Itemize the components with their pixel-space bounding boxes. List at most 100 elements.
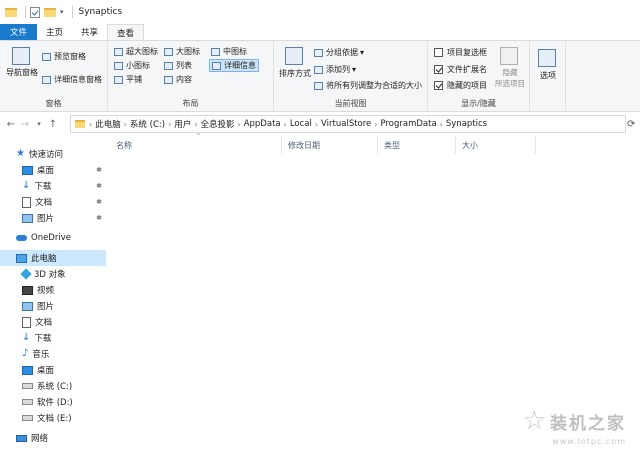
nav-item-desktop[interactable]: 桌面 ✱ <box>0 162 106 178</box>
add-columns-button[interactable]: 添加列 ▾ <box>314 64 356 75</box>
column-header-date[interactable]: 修改日期 <box>282 136 378 154</box>
nav-item-documents[interactable]: 文档 ✱ <box>0 194 106 210</box>
chevron-right-icon[interactable]: › <box>284 120 287 129</box>
nav-item-downloads[interactable]: ↓ 下载 ✱ <box>0 178 106 194</box>
hide-selected-button[interactable]: 隐藏 所选项目 <box>494 47 526 89</box>
breadcrumb-item[interactable]: 系统 (C:) <box>130 118 165 130</box>
pin-icon[interactable]: ✱ <box>96 198 102 206</box>
nav-item-drive-c[interactable]: 系统 (C:) <box>0 378 106 394</box>
breadcrumb-item[interactable]: Synaptics <box>446 119 487 129</box>
nav-item-desktop-pc[interactable]: 桌面 <box>0 362 106 378</box>
fit-columns-button[interactable]: 将所有列调整为合适的大小 <box>314 80 422 91</box>
nav-item-drive-e[interactable]: 文档 (E:) <box>0 410 106 426</box>
chevron-down-icon[interactable]: ▾ <box>60 8 64 16</box>
document-icon <box>22 196 31 208</box>
fit-columns-icon <box>314 81 323 90</box>
nav-item-network[interactable]: 网络 <box>0 430 106 446</box>
properties-icon[interactable] <box>30 6 40 18</box>
small-icons-icon <box>114 61 123 70</box>
pin-icon[interactable]: ✱ <box>96 182 102 190</box>
pin-icon[interactable]: ✱ <box>96 214 102 222</box>
xl-icons-icon <box>114 47 123 56</box>
layout-tiles[interactable]: 平铺 <box>114 74 142 85</box>
ribbon: 导航窗格 预览窗格 详细信息窗格 窗格 超大图标 大图标 中图标 小图标 列表 … <box>0 40 640 112</box>
layout-small-icons[interactable]: 小图标 <box>114 60 150 71</box>
breadcrumb-item[interactable]: ProgramData <box>381 119 437 129</box>
chevron-right-icon[interactable]: › <box>440 120 443 129</box>
layout-medium-icons[interactable]: 中图标 <box>211 46 247 57</box>
layout-content[interactable]: 内容 <box>164 74 192 85</box>
folder-icon <box>5 7 17 17</box>
item-checkboxes-toggle[interactable]: 项目复选框 <box>434 47 487 58</box>
nav-item-onedrive[interactable]: OneDrive <box>0 230 106 246</box>
breadcrumb-item[interactable]: AppData <box>244 119 281 129</box>
nav-item-downloads-pc[interactable]: ↓ 下载 <box>0 330 106 346</box>
tab-file[interactable]: 文件 <box>0 24 38 40</box>
group-label: 布局 <box>182 99 199 108</box>
column-header-size[interactable]: 大小 <box>456 136 536 154</box>
checkbox-label: 文件扩展名 <box>447 65 487 74</box>
nav-label: 快速访问 <box>28 150 63 160</box>
nav-item-quick-access[interactable]: ★ 快速访问 <box>0 146 106 162</box>
chevron-right-icon[interactable]: › <box>168 120 171 129</box>
nav-label: 3D 对象 <box>34 270 66 280</box>
nav-pane-button[interactable]: 导航窗格 <box>6 47 38 78</box>
chevron-right-icon[interactable]: › <box>238 120 241 129</box>
up-icon[interactable]: ↑ <box>46 119 60 130</box>
pin-icon[interactable]: ✱ <box>96 166 102 174</box>
hidden-items-toggle[interactable]: 隐藏的项目 <box>434 80 487 91</box>
chevron-right-icon[interactable]: › <box>124 120 127 129</box>
checkbox[interactable] <box>434 65 443 74</box>
document-icon <box>22 316 31 328</box>
chevron-right-icon[interactable]: › <box>194 120 197 129</box>
nav-item-drive-d[interactable]: 软件 (D:) <box>0 394 106 410</box>
recent-locations-icon[interactable]: ▾ <box>32 120 46 128</box>
breadcrumb-item[interactable]: Local <box>290 119 312 129</box>
nav-label: 图片 <box>37 302 55 312</box>
sort-by-button[interactable]: 排序方式 <box>278 47 312 79</box>
details-pane-button[interactable]: 详细信息窗格 <box>42 74 102 85</box>
checkbox[interactable] <box>434 81 443 90</box>
breadcrumb-item[interactable]: 用户 <box>174 118 191 130</box>
layout-xl-icons[interactable]: 超大图标 <box>114 46 158 57</box>
options-button[interactable]: 选项 <box>536 49 560 81</box>
nav-label: 桌面 <box>37 366 55 376</box>
breadcrumb-item[interactable]: 此电脑 <box>95 118 121 130</box>
tab-view[interactable]: 查看 <box>107 24 145 40</box>
breadcrumb-item[interactable]: 全息投影 <box>200 118 234 130</box>
forward-icon[interactable]: → <box>18 119 32 130</box>
chevron-right-icon[interactable]: › <box>374 120 377 129</box>
layout-large-icons[interactable]: 大图标 <box>164 46 200 57</box>
title-bar: ▾ Synaptics <box>0 0 640 24</box>
column-header-name[interactable]: 名称 <box>110 136 282 154</box>
divider <box>25 6 26 18</box>
chevron-right-icon[interactable]: › <box>315 120 318 129</box>
large-icons-icon <box>164 47 173 56</box>
navigation-bar: ← → ▾ ↑ › 此电脑 › 系统 (C:) › 用户 › 全息投影 › Ap… <box>0 112 640 136</box>
preview-pane-button[interactable]: 预览窗格 <box>42 51 86 62</box>
nav-item-pictures[interactable]: 图片 ✱ <box>0 210 106 226</box>
nav-item-this-pc[interactable]: 此电脑 <box>0 250 106 266</box>
file-extensions-toggle[interactable]: 文件扩展名 <box>434 64 487 75</box>
tab-share[interactable]: 共享 <box>72 24 107 40</box>
address-bar[interactable]: › 此电脑 › 系统 (C:) › 用户 › 全息投影 › AppData › … <box>70 115 626 133</box>
nav-item-pictures-pc[interactable]: 图片 <box>0 298 106 314</box>
back-icon[interactable]: ← <box>4 119 18 130</box>
nav-item-music[interactable]: ♪ 音乐 <box>0 346 106 362</box>
nav-item-documents-pc[interactable]: 文档 <box>0 314 106 330</box>
layout-details[interactable]: 详细信息 <box>209 59 259 72</box>
breadcrumb-item[interactable]: VirtualStore <box>321 119 371 129</box>
refresh-icon[interactable]: ⟳ <box>627 112 639 136</box>
folder-icon <box>75 120 85 128</box>
nav-label: 系统 (C:) <box>37 382 73 392</box>
chevron-right-icon[interactable]: › <box>89 120 92 129</box>
tab-home[interactable]: 主页 <box>37 24 72 40</box>
new-folder-icon[interactable] <box>44 7 56 17</box>
nav-item-videos[interactable]: 视频 <box>0 282 106 298</box>
layout-list[interactable]: 列表 <box>164 60 192 71</box>
checkbox[interactable] <box>434 48 443 57</box>
column-header-type[interactable]: 类型 <box>378 136 456 154</box>
drive-icon <box>22 399 33 405</box>
group-by-button[interactable]: 分组依据 ▾ <box>314 47 364 58</box>
nav-item-3d-objects[interactable]: 3D 对象 <box>0 266 106 282</box>
